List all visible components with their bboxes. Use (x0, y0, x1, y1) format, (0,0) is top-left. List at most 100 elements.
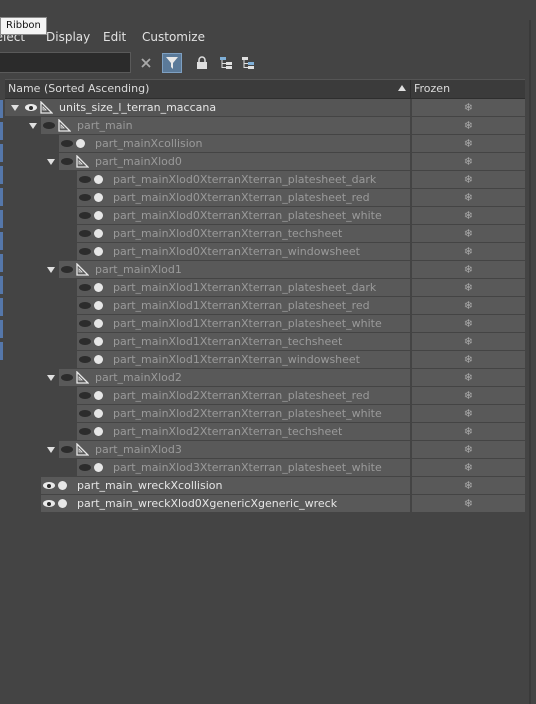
eye-hidden-icon[interactable] (79, 351, 91, 368)
eye-hidden-icon[interactable] (79, 171, 91, 188)
tree-row[interactable]: part_mainXlod1XterranXterran_platesheet_… (5, 297, 525, 315)
search-input[interactable] (0, 52, 131, 73)
tree-row[interactable]: units_size_l_terran_maccana ❄ (5, 99, 525, 117)
snowflake-icon[interactable]: ❄ (464, 423, 473, 440)
eye-hidden-icon[interactable] (61, 369, 73, 386)
expand-arrow-icon[interactable] (47, 441, 55, 458)
tree-row[interactable]: part_mainXlod1XterranXterran_platesheet_… (5, 315, 525, 333)
snowflake-icon[interactable]: ❄ (464, 279, 473, 296)
title-strip (0, 0, 536, 26)
hierarchy-alt-icon[interactable] (238, 53, 258, 73)
tree-row[interactable]: part_mainXlod2XterranXterran_platesheet_… (5, 387, 525, 405)
eye-hidden-icon[interactable] (43, 117, 55, 134)
tree-row[interactable]: part_mainXcollision ❄ (5, 135, 525, 153)
snowflake-icon[interactable]: ❄ (464, 369, 473, 386)
snowflake-icon[interactable]: ❄ (464, 459, 473, 476)
vertical-scrollbar[interactable] (529, 20, 531, 704)
mesh-icon (94, 279, 103, 296)
snowflake-icon[interactable]: ❄ (464, 477, 473, 494)
snowflake-icon[interactable]: ❄ (464, 207, 473, 224)
tree-row[interactable]: part_mainXlod1XterranXterran_platesheet_… (5, 279, 525, 297)
expand-arrow-icon[interactable] (47, 369, 55, 386)
snowflake-icon[interactable]: ❄ (464, 441, 473, 458)
snowflake-icon[interactable]: ❄ (464, 243, 473, 260)
snowflake-icon[interactable]: ❄ (464, 315, 473, 332)
tree-row[interactable]: part_mainXlod3 ❄ (5, 441, 525, 459)
expand-arrow-icon[interactable] (47, 153, 55, 170)
eye-hidden-icon[interactable] (79, 279, 91, 296)
snowflake-icon[interactable]: ❄ (464, 333, 473, 350)
strip-segment (0, 298, 3, 316)
eye-hidden-icon[interactable] (79, 333, 91, 350)
snowflake-icon[interactable]: ❄ (464, 387, 473, 404)
tree-row[interactable]: part_mainXlod0XterranXterran_windowsheet… (5, 243, 525, 261)
menu-customize[interactable]: Customize (142, 30, 205, 44)
eye-hidden-icon[interactable] (61, 441, 73, 458)
close-icon[interactable] (136, 53, 156, 73)
column-frozen-header[interactable]: Frozen (414, 80, 450, 98)
tree-row[interactable]: part_main_wreckXcollision ❄ (5, 477, 525, 495)
eye-hidden-icon[interactable] (79, 225, 91, 242)
lock-icon[interactable] (192, 53, 212, 73)
snowflake-icon[interactable]: ❄ (464, 189, 473, 206)
hierarchy-icon[interactable] (216, 53, 236, 73)
mesh-icon (94, 333, 103, 350)
expand-arrow-icon[interactable] (29, 117, 37, 134)
tree-item-label: part_mainXlod0 (95, 155, 182, 168)
eye-hidden-icon[interactable] (79, 423, 91, 440)
tree-item-label: part_main_wreckXcollision (77, 479, 223, 492)
eye-hidden-icon[interactable] (79, 405, 91, 422)
tree-row[interactable]: part_mainXlod0XterranXterran_platesheet_… (5, 207, 525, 225)
snowflake-icon[interactable]: ❄ (464, 135, 473, 152)
tree-row[interactable]: part_mainXlod2XterranXterran_platesheet_… (5, 405, 525, 423)
eye-icon[interactable] (25, 99, 37, 116)
eye-hidden-icon[interactable] (79, 459, 91, 476)
mesh-icon (94, 351, 103, 368)
tree-row[interactable]: part_mainXlod1XterranXterran_techsheet ❄ (5, 333, 525, 351)
eye-icon[interactable] (43, 495, 55, 512)
mesh-icon (94, 405, 103, 422)
column-divider[interactable] (410, 80, 411, 98)
snowflake-icon[interactable]: ❄ (464, 117, 473, 134)
tree-row[interactable]: part_main ❄ (5, 117, 525, 135)
menu-edit[interactable]: Edit (103, 30, 126, 44)
eye-hidden-icon[interactable] (61, 135, 73, 152)
tree-row[interactable]: part_mainXlod0XterranXterran_platesheet_… (5, 171, 525, 189)
snowflake-icon[interactable]: ❄ (464, 297, 473, 314)
eye-icon[interactable] (43, 477, 55, 494)
menu-display[interactable]: Display (46, 30, 90, 44)
tree-row[interactable]: part_mainXlod0XterranXterran_techsheet ❄ (5, 225, 525, 243)
snowflake-icon[interactable]: ❄ (464, 153, 473, 170)
tree-row[interactable]: part_mainXlod1 ❄ (5, 261, 525, 279)
column-name-header[interactable]: Name (Sorted Ascending) (8, 80, 149, 98)
tree-row[interactable]: part_mainXlod2 ❄ (5, 369, 525, 387)
tree-row[interactable]: part_mainXlod3XterranXterran_platesheet_… (5, 459, 525, 477)
eye-hidden-icon[interactable] (79, 243, 91, 260)
tree-item-label: part_main_wreckXlod0XgenericXgeneric_wre… (77, 497, 338, 510)
snowflake-icon[interactable]: ❄ (464, 99, 473, 116)
tree-row[interactable]: part_mainXlod0XterranXterran_platesheet_… (5, 189, 525, 207)
snowflake-icon[interactable]: ❄ (464, 225, 473, 242)
eye-hidden-icon[interactable] (79, 297, 91, 314)
snowflake-icon[interactable]: ❄ (464, 261, 473, 278)
tree-item-label: part_main (77, 119, 133, 132)
eye-hidden-icon[interactable] (79, 387, 91, 404)
mesh-icon (94, 189, 103, 206)
tree-row[interactable]: part_mainXlod2XterranXterran_techsheet ❄ (5, 423, 525, 441)
eye-hidden-icon[interactable] (79, 207, 91, 224)
expand-arrow-icon[interactable] (47, 261, 55, 278)
eye-hidden-icon[interactable] (79, 189, 91, 206)
eye-hidden-icon[interactable] (61, 261, 73, 278)
eye-hidden-icon[interactable] (61, 153, 73, 170)
snowflake-icon[interactable]: ❄ (464, 495, 473, 512)
snowflake-icon[interactable]: ❄ (464, 171, 473, 188)
snowflake-icon[interactable]: ❄ (464, 351, 473, 368)
tree-row[interactable]: part_main_wreckXlod0XgenericXgeneric_wre… (5, 495, 525, 513)
eye-hidden-icon[interactable] (79, 315, 91, 332)
filter-icon[interactable] (162, 53, 182, 73)
tree-row[interactable]: part_mainXlod1XterranXterran_windowsheet… (5, 351, 525, 369)
sort-ascending-icon[interactable] (398, 80, 406, 98)
snowflake-icon[interactable]: ❄ (464, 405, 473, 422)
expand-arrow-icon[interactable] (11, 99, 19, 116)
tree-row[interactable]: part_mainXlod0 ❄ (5, 153, 525, 171)
